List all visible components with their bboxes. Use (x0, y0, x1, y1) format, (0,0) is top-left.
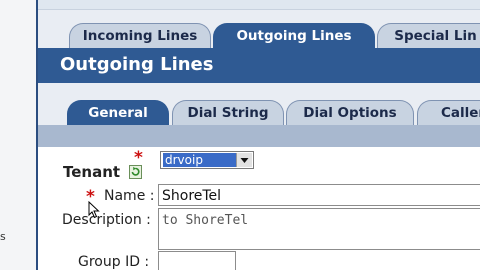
tab-general[interactable]: General (67, 100, 169, 125)
tab-caller[interactable]: Caller (417, 100, 480, 125)
page-title: Outgoing Lines (60, 54, 214, 75)
top-strip (38, 0, 480, 10)
subtab-bar (38, 125, 480, 147)
general-form: Tenant * drvoip * Name : ShoreTel Descri… (38, 147, 480, 270)
main-panel: Incoming Lines Outgoing Lines Special Li… (38, 0, 480, 270)
name-input-value: ShoreTel (162, 188, 222, 204)
tenant-select-value: drvoip (163, 153, 239, 167)
description-label: Description : (62, 212, 151, 228)
tab-dial-string[interactable]: Dial String (172, 100, 284, 125)
top-tabbar: Incoming Lines Outgoing Lines Special Li… (38, 23, 480, 49)
name-label: Name : (104, 188, 155, 204)
sub-tabbar: General Dial String Dial Options Caller (38, 100, 480, 126)
group-id-label: Group ID : (78, 254, 150, 270)
tab-incoming-lines[interactable]: Incoming Lines (69, 23, 211, 48)
name-input[interactable]: ShoreTel (158, 184, 480, 206)
tab-special-lines[interactable]: Special Lin (377, 23, 480, 48)
group-id-input[interactable] (158, 251, 236, 270)
tab-dial-options[interactable]: Dial Options (286, 100, 414, 125)
tab-outgoing-lines[interactable]: Outgoing Lines (213, 23, 375, 48)
refresh-icon[interactable] (129, 165, 142, 179)
sidebar-clipped-text: s (0, 230, 6, 243)
description-textarea[interactable]: to ShoreTel (158, 208, 480, 250)
tenant-label: Tenant (63, 163, 121, 181)
title-bar: Outgoing Lines (38, 48, 480, 83)
description-textarea-value: to ShoreTel (162, 213, 249, 228)
chevron-down-icon[interactable] (236, 153, 252, 167)
mouse-cursor-icon (88, 201, 100, 219)
tenant-select[interactable]: drvoip (160, 151, 254, 169)
left-panel: s (0, 0, 36, 270)
